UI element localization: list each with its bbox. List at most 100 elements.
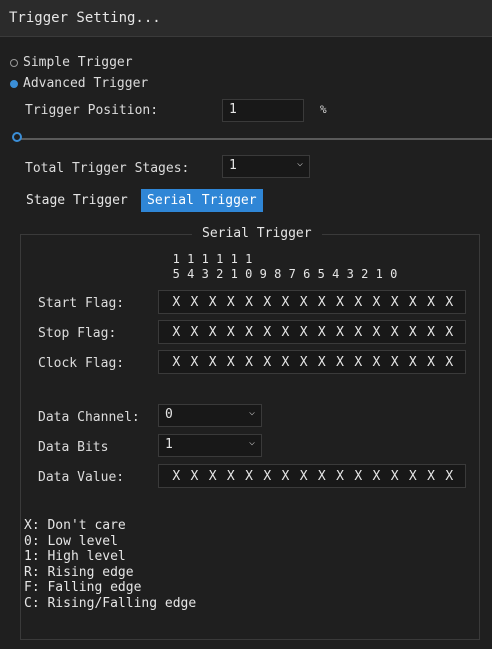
bit-cell[interactable]: X (224, 325, 239, 340)
bit-ones-4: 1 (230, 267, 238, 281)
bit-cell[interactable]: X (442, 355, 457, 370)
simple-trigger-label: Simple Trigger (23, 55, 133, 70)
bit-cell[interactable]: X (351, 469, 366, 484)
data-value-field[interactable]: XXXXXXXXXXXXXXXX (158, 464, 466, 488)
bit-cell[interactable]: X (278, 295, 293, 310)
bit-cell[interactable]: X (296, 355, 311, 370)
bit-cell[interactable]: X (442, 295, 457, 310)
bit-cell[interactable]: X (187, 469, 202, 484)
bit-cell[interactable]: X (224, 355, 239, 370)
bit-cell[interactable]: X (187, 295, 202, 310)
total-stages-select[interactable]: 1 ⌵ (222, 155, 310, 178)
bit-cell[interactable]: X (260, 325, 275, 340)
bit-ones-6: 9 (259, 267, 267, 281)
bit-cell[interactable]: X (424, 355, 439, 370)
bit-cell[interactable]: X (351, 295, 366, 310)
bit-cell[interactable]: X (260, 295, 275, 310)
bit-cell[interactable]: X (224, 295, 239, 310)
bit-cell[interactable]: X (205, 469, 220, 484)
bit-cell[interactable]: X (369, 325, 384, 340)
bit-cell[interactable]: X (406, 355, 421, 370)
bit-cell[interactable]: X (315, 469, 330, 484)
bit-cell[interactable]: X (169, 325, 184, 340)
legend-item: C: Rising/Falling edge (24, 595, 197, 611)
chevron-down-icon: ⌵ (248, 437, 255, 448)
bit-cell[interactable]: X (242, 325, 257, 340)
bit-cell[interactable]: X (333, 355, 348, 370)
bit-cell[interactable]: X (387, 325, 402, 340)
tab-stage-trigger[interactable]: Stage Trigger (20, 189, 134, 212)
bit-cell[interactable]: X (369, 355, 384, 370)
data-channel-select[interactable]: 0 ⌵ (158, 404, 262, 427)
bit-cell[interactable]: X (387, 355, 402, 370)
bit-ones-2: 3 (201, 267, 209, 281)
trigger-position-value: 1 (229, 102, 237, 117)
bit-cell[interactable]: X (351, 355, 366, 370)
trigger-position-label: Trigger Position: (25, 103, 159, 118)
bit-cell[interactable]: X (205, 355, 220, 370)
bit-cell[interactable]: X (369, 469, 384, 484)
bit-cell[interactable]: X (260, 355, 275, 370)
stop-flag-field[interactable]: XXXXXXXXXXXXXXXX (158, 320, 466, 344)
advanced-trigger-radio[interactable]: Advanced Trigger (10, 76, 148, 91)
data-bits-select[interactable]: 1 ⌵ (158, 434, 262, 457)
bit-cell[interactable]: X (387, 469, 402, 484)
clock-flag-field[interactable]: XXXXXXXXXXXXXXXX (158, 350, 466, 374)
trigger-position-input[interactable]: 1 (222, 99, 304, 122)
bit-cell[interactable]: X (205, 295, 220, 310)
bit-cell[interactable]: X (333, 325, 348, 340)
bit-cell[interactable]: X (224, 469, 239, 484)
trigger-position-slider-track[interactable] (18, 138, 492, 140)
bit-cell[interactable]: X (296, 469, 311, 484)
clock-flag-label: Clock Flag: (38, 356, 125, 371)
bit-cell[interactable]: X (315, 325, 330, 340)
bit-cell[interactable]: X (187, 355, 202, 370)
bit-cell[interactable]: X (333, 469, 348, 484)
trigger-position-slider-handle[interactable] (12, 132, 22, 142)
bit-cell[interactable]: X (278, 355, 293, 370)
bit-cell[interactable]: X (406, 325, 421, 340)
legend-item: R: Rising edge (24, 564, 134, 580)
bit-cell[interactable]: X (187, 325, 202, 340)
tab-serial-trigger[interactable]: Serial Trigger (141, 189, 263, 212)
bit-tens-1: 1 (187, 252, 195, 266)
bit-cell[interactable]: X (278, 469, 293, 484)
bit-cell[interactable]: X (315, 355, 330, 370)
bit-cell[interactable]: X (242, 469, 257, 484)
bit-cell[interactable]: X (442, 325, 457, 340)
bit-cell[interactable]: X (169, 355, 184, 370)
bit-cell[interactable]: X (278, 325, 293, 340)
bit-ones-11: 4 (332, 267, 340, 281)
bit-cell[interactable]: X (424, 295, 439, 310)
bit-cell[interactable]: X (169, 469, 184, 484)
total-stages-label: Total Trigger Stages: (25, 161, 190, 176)
legend-item: 1: High level (24, 549, 126, 564)
bit-cell[interactable]: X (205, 325, 220, 340)
bit-ones-12: 3 (346, 267, 354, 281)
bit-cell[interactable]: X (296, 325, 311, 340)
bit-cell[interactable]: X (406, 295, 421, 310)
bit-cell[interactable]: X (424, 469, 439, 484)
bit-cell[interactable]: X (260, 469, 275, 484)
start-flag-field[interactable]: XXXXXXXXXXXXXXXX (158, 290, 466, 314)
bit-cell[interactable]: X (242, 355, 257, 370)
tab-serial-trigger-label: Serial Trigger (147, 193, 257, 208)
bit-cell[interactable]: X (424, 325, 439, 340)
bit-cell[interactable]: X (296, 295, 311, 310)
bit-cell[interactable]: X (442, 469, 457, 484)
data-value-label: Data Value: (38, 470, 125, 485)
bit-cell[interactable]: X (333, 295, 348, 310)
bit-cell[interactable]: X (369, 295, 384, 310)
bit-cell[interactable]: X (315, 295, 330, 310)
bit-cell[interactable]: X (242, 295, 257, 310)
bit-cell[interactable]: X (351, 325, 366, 340)
advanced-trigger-label: Advanced Trigger (23, 76, 149, 91)
bit-cell[interactable]: X (406, 469, 421, 484)
legend-item: F: Falling edge (24, 580, 142, 595)
bit-cell[interactable]: X (169, 295, 184, 310)
title-bar: Trigger Setting... (0, 0, 492, 37)
bit-cell[interactable]: X (387, 295, 402, 310)
simple-trigger-radio[interactable]: Simple Trigger (10, 55, 133, 70)
legend: X: Don't care 0: Low level 1: High level… (24, 518, 196, 611)
chevron-down-icon: ⌵ (296, 158, 303, 169)
